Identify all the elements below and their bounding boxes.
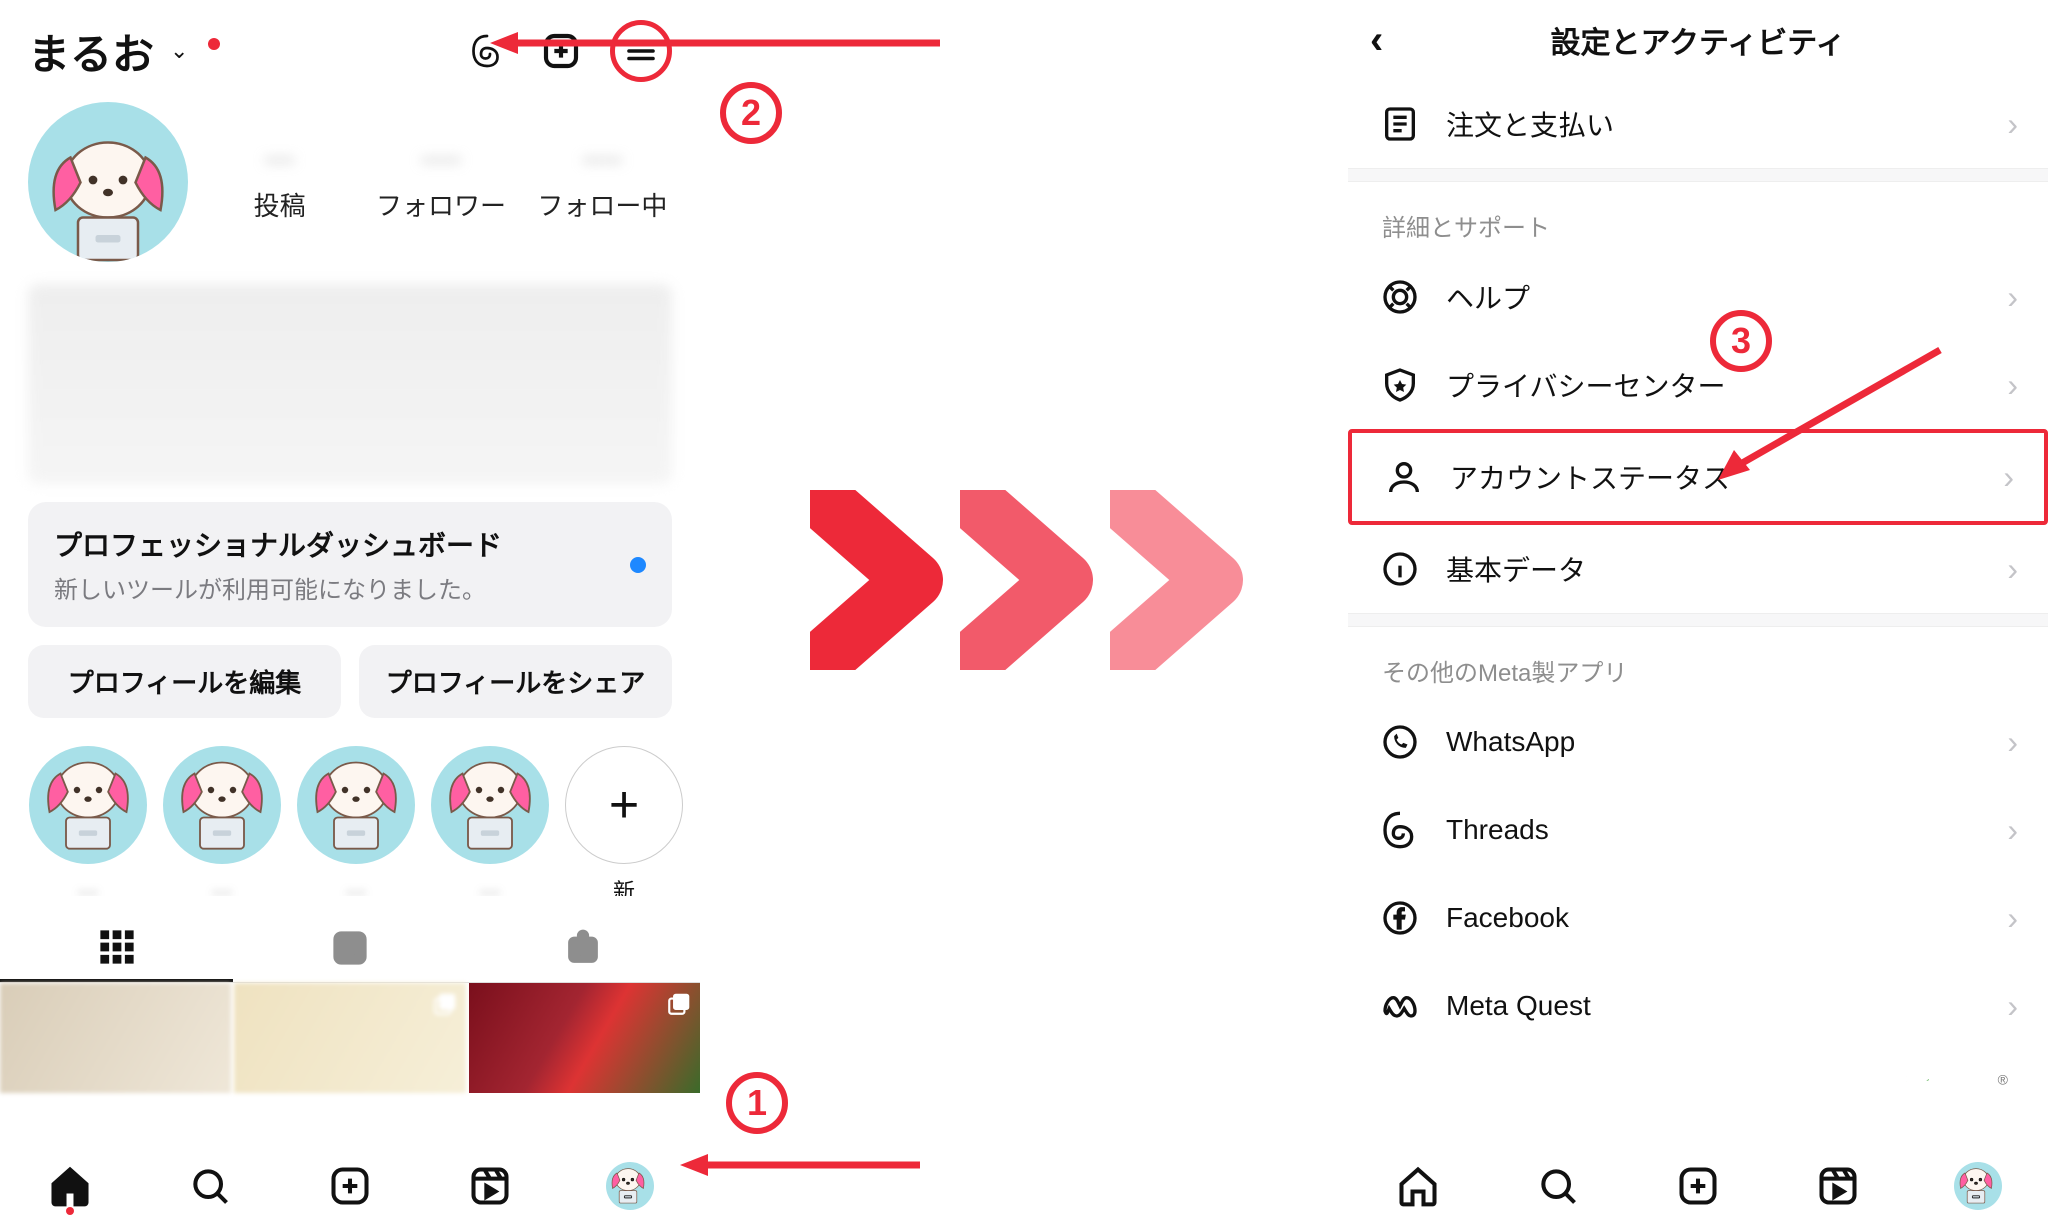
whatsapp-icon (1378, 720, 1422, 764)
row-label: Threads (1446, 814, 1983, 846)
receipt-icon (1378, 102, 1422, 146)
row-label: 注文と支払い (1446, 104, 1983, 144)
carousel-icon (432, 991, 458, 1017)
settings-screen: ‹ 設定とアクティビティ 注文と支払い › 詳細とサポート ヘルプ › プライバ… (1348, 0, 2048, 1229)
row-label: WhatsApp (1446, 726, 1983, 758)
stat-following[interactable]: ----フォロー中 (533, 142, 672, 223)
nav-create-icon[interactable] (1673, 1161, 1723, 1211)
pro-dashboard-card[interactable]: プロフェッショナルダッシュボード 新しいツールが利用可能になりました。 (28, 502, 672, 627)
meta-icon (1378, 984, 1422, 1028)
edit-profile-button[interactable]: プロフィールを編集 (28, 645, 341, 718)
highlights-row[interactable]: … … … … +新 (28, 746, 700, 896)
row-label: アカウントステータス (1450, 457, 1979, 497)
bottom-nav (1348, 1143, 2048, 1229)
chevron-right-icon: › (2007, 724, 2018, 761)
highlight-new[interactable]: +新 (564, 746, 684, 896)
chevron-right-icon: › (2007, 279, 2018, 316)
back-icon[interactable]: ‹ (1370, 18, 1383, 63)
top-bar: まるお ⌄ (0, 0, 700, 92)
row-threads[interactable]: Threads › (1348, 786, 2048, 874)
dashboard-title: プロフェッショナルダッシュボード (54, 524, 630, 564)
shield-star-icon (1378, 363, 1422, 407)
dashboard-subtitle: 新しいツールが利用可能になりました。 (54, 570, 630, 605)
post-thumb[interactable] (469, 983, 700, 1093)
row-label: Meta Quest (1446, 990, 1983, 1022)
hamburger-menu-highlighted[interactable] (610, 20, 672, 82)
post-thumb[interactable] (0, 983, 231, 1093)
nav-reels-icon[interactable] (465, 1161, 515, 1211)
tab-tagged[interactable] (467, 914, 700, 982)
chevron-right-icon: › (2007, 551, 2018, 588)
info-icon (1378, 547, 1422, 591)
row-label: Facebook (1446, 902, 1983, 934)
notification-dot (66, 1207, 74, 1215)
threads-icon (1378, 808, 1422, 852)
transition-chevrons-icon (810, 490, 1250, 670)
nav-profile-avatar[interactable] (605, 1161, 655, 1211)
tab-reels[interactable] (233, 914, 466, 982)
avatar[interactable] (28, 102, 188, 262)
row-label: ヘルプ (1446, 277, 1983, 317)
stat-followers-label: フォロワー (371, 186, 510, 223)
profile-tabs (0, 914, 700, 983)
highlight-item[interactable]: … (296, 746, 416, 896)
carousel-icon (666, 991, 692, 1017)
username[interactable]: まるお (28, 21, 154, 82)
create-icon[interactable] (536, 26, 586, 76)
chevron-right-icon: › (2007, 988, 2018, 1025)
bottom-nav (0, 1143, 700, 1229)
share-profile-button[interactable]: プロフィールをシェア (359, 645, 672, 718)
chevron-right-icon: › (2007, 900, 2018, 937)
nav-home-icon[interactable] (45, 1161, 95, 1211)
chevron-down-icon[interactable]: ⌄ (170, 38, 188, 64)
highlight-item[interactable]: … (430, 746, 550, 896)
row-metaquest[interactable]: Meta Quest › (1348, 962, 2048, 1050)
nav-create-icon[interactable] (325, 1161, 375, 1211)
nav-profile-avatar[interactable] (1953, 1161, 2003, 1211)
facebook-icon (1378, 896, 1422, 940)
chevron-right-icon: › (2007, 106, 2018, 143)
threads-icon[interactable] (462, 26, 512, 76)
notification-dot (208, 38, 220, 50)
nav-search-icon[interactable] (185, 1161, 235, 1211)
chevron-right-icon: › (2007, 812, 2018, 849)
annotation-arrow-1 (680, 1150, 930, 1180)
blue-dot-icon (630, 557, 646, 573)
highlight-item[interactable]: … (28, 746, 148, 896)
row-basic-data[interactable]: 基本データ › (1348, 525, 2048, 613)
stat-posts[interactable]: ---投稿 (210, 142, 349, 223)
post-thumb[interactable] (234, 983, 465, 1093)
settings-title: 設定とアクティビティ (1551, 18, 1846, 62)
stat-followers[interactable]: ----フォロワー (371, 142, 510, 223)
stats-row: ---投稿 ----フォロワー ----フォロー中 (0, 92, 700, 266)
chevron-right-icon: › (2003, 459, 2014, 496)
stat-following-label: フォロー中 (533, 186, 672, 223)
row-help[interactable]: ヘルプ › (1348, 253, 2048, 341)
bio-blurred (28, 284, 672, 484)
annotation-number-1: 1 (726, 1072, 788, 1134)
tab-grid[interactable] (0, 914, 233, 982)
settings-header: ‹ 設定とアクティビティ (1348, 0, 2048, 80)
row-facebook[interactable]: Facebook › (1348, 874, 2048, 962)
row-privacy-center[interactable]: プライバシーセンター › (1348, 341, 2048, 429)
nav-home-icon[interactable] (1393, 1161, 1443, 1211)
nav-search-icon[interactable] (1533, 1161, 1583, 1211)
section-support: 詳細とサポート (1348, 182, 2048, 253)
lifebuoy-icon (1378, 275, 1422, 319)
profile-action-row: プロフィールを編集 プロフィールをシェア (28, 645, 672, 718)
stat-posts-label: 投稿 (210, 186, 349, 223)
annotation-number-2: 2 (720, 82, 782, 144)
nav-reels-icon[interactable] (1813, 1161, 1863, 1211)
row-label: プライバシーセンター (1446, 365, 1983, 405)
highlight-item[interactable]: … (162, 746, 282, 896)
section-other-meta: その他のMeta製アプリ (1348, 627, 2048, 698)
row-label: 基本データ (1446, 549, 1983, 589)
post-grid (0, 983, 700, 1093)
person-icon (1382, 455, 1426, 499)
profile-screen: まるお ⌄ ---投稿 ----フォロワー ----フォロー中 プロフェッショナ… (0, 0, 700, 1229)
row-account-status-highlighted[interactable]: アカウントステータス › (1348, 429, 2048, 525)
row-orders[interactable]: 注文と支払い › (1348, 80, 2048, 168)
row-whatsapp[interactable]: WhatsApp › (1348, 698, 2048, 786)
chevron-right-icon: › (2007, 367, 2018, 404)
